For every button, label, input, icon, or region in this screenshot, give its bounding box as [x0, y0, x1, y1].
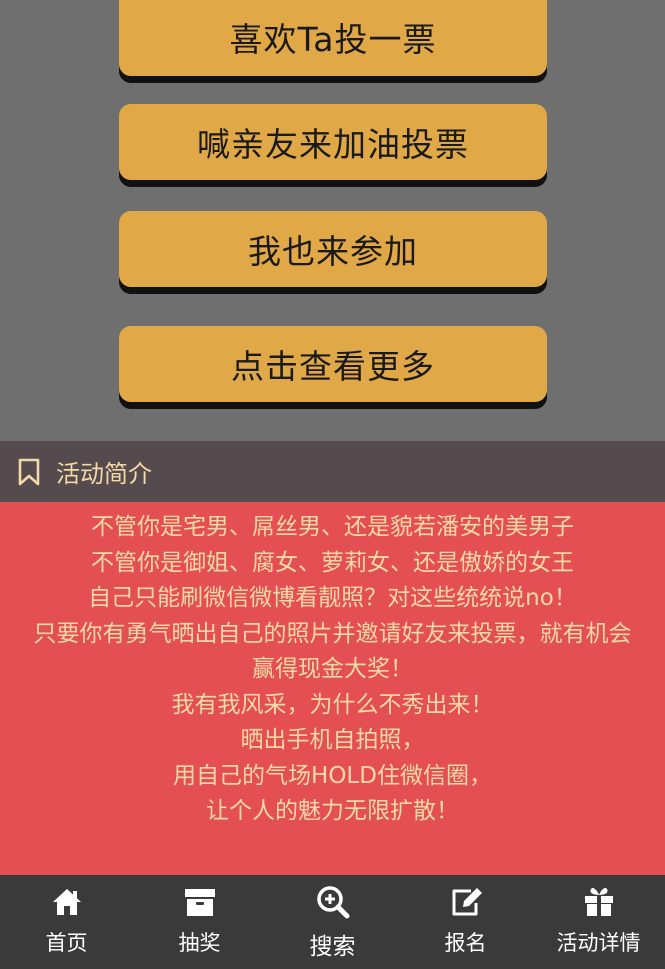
intro-line: 只要你有勇气晒出自己的照片并邀请好友来投票，就有机会 [33, 620, 632, 647]
zoom-in-icon [316, 885, 350, 919]
like-vote-button[interactable]: 喜欢Ta投一票 [119, 0, 547, 76]
join-button[interactable]: 我也来参加 [119, 211, 547, 287]
invite-friends-button[interactable]: 喊亲友来加油投票 [119, 104, 547, 180]
edit-icon [449, 885, 483, 919]
nav-item-search[interactable]: 搜索 [266, 875, 399, 969]
bottom-nav: 首页 抽奖 搜索 报名 活动详情 [0, 875, 665, 969]
bookmark-icon [16, 457, 42, 487]
archive-box-icon [183, 885, 217, 919]
intro-line: 用自己的气场HOLD住微信圈， [173, 762, 492, 789]
intro-title: 活动简介 [56, 460, 152, 488]
nav-item-lottery[interactable]: 抽奖 [133, 875, 266, 969]
nav-label-details: 活动详情 [556, 931, 641, 955]
intro-line: 不管你是宅男、屌丝男、还是貌若潘安的美男子 [91, 514, 574, 540]
nav-item-details[interactable]: 活动详情 [532, 875, 665, 969]
nav-label-home: 首页 [45, 931, 88, 955]
intro-line: 让个人的魅力无限扩散！ [206, 798, 459, 824]
intro-line: 我有我风采，为什么不秀出来！ [171, 691, 494, 718]
intro-section-header: 活动简介 [0, 441, 665, 502]
nav-item-signup[interactable]: 报名 [399, 875, 532, 969]
intro-body: 不管你是宅男、屌丝男、还是貌若潘安的美男子 不管你是御姐、腐女、萝莉女、还是傲娇… [0, 502, 665, 875]
nav-label-search: 搜索 [309, 934, 356, 960]
view-more-button[interactable]: 点击查看更多 [119, 326, 547, 402]
home-icon [50, 885, 84, 919]
gift-icon [582, 885, 616, 919]
intro-line: 赢得现金大奖！ [252, 656, 413, 682]
intro-line: 自己只能刷微信微博看靓照？对这些统统说no！ [88, 585, 577, 611]
action-area: 喜欢Ta投一票 喊亲友来加油投票 我也来参加 点击查看更多 [0, 0, 665, 441]
nav-label-lottery: 抽奖 [178, 931, 221, 955]
nav-label-signup: 报名 [444, 931, 487, 955]
nav-item-home[interactable]: 首页 [0, 875, 133, 969]
intro-line: 不管你是御姐、腐女、萝莉女、还是傲娇的女王 [91, 549, 574, 576]
intro-line: 晒出手机自拍照， [240, 727, 425, 753]
